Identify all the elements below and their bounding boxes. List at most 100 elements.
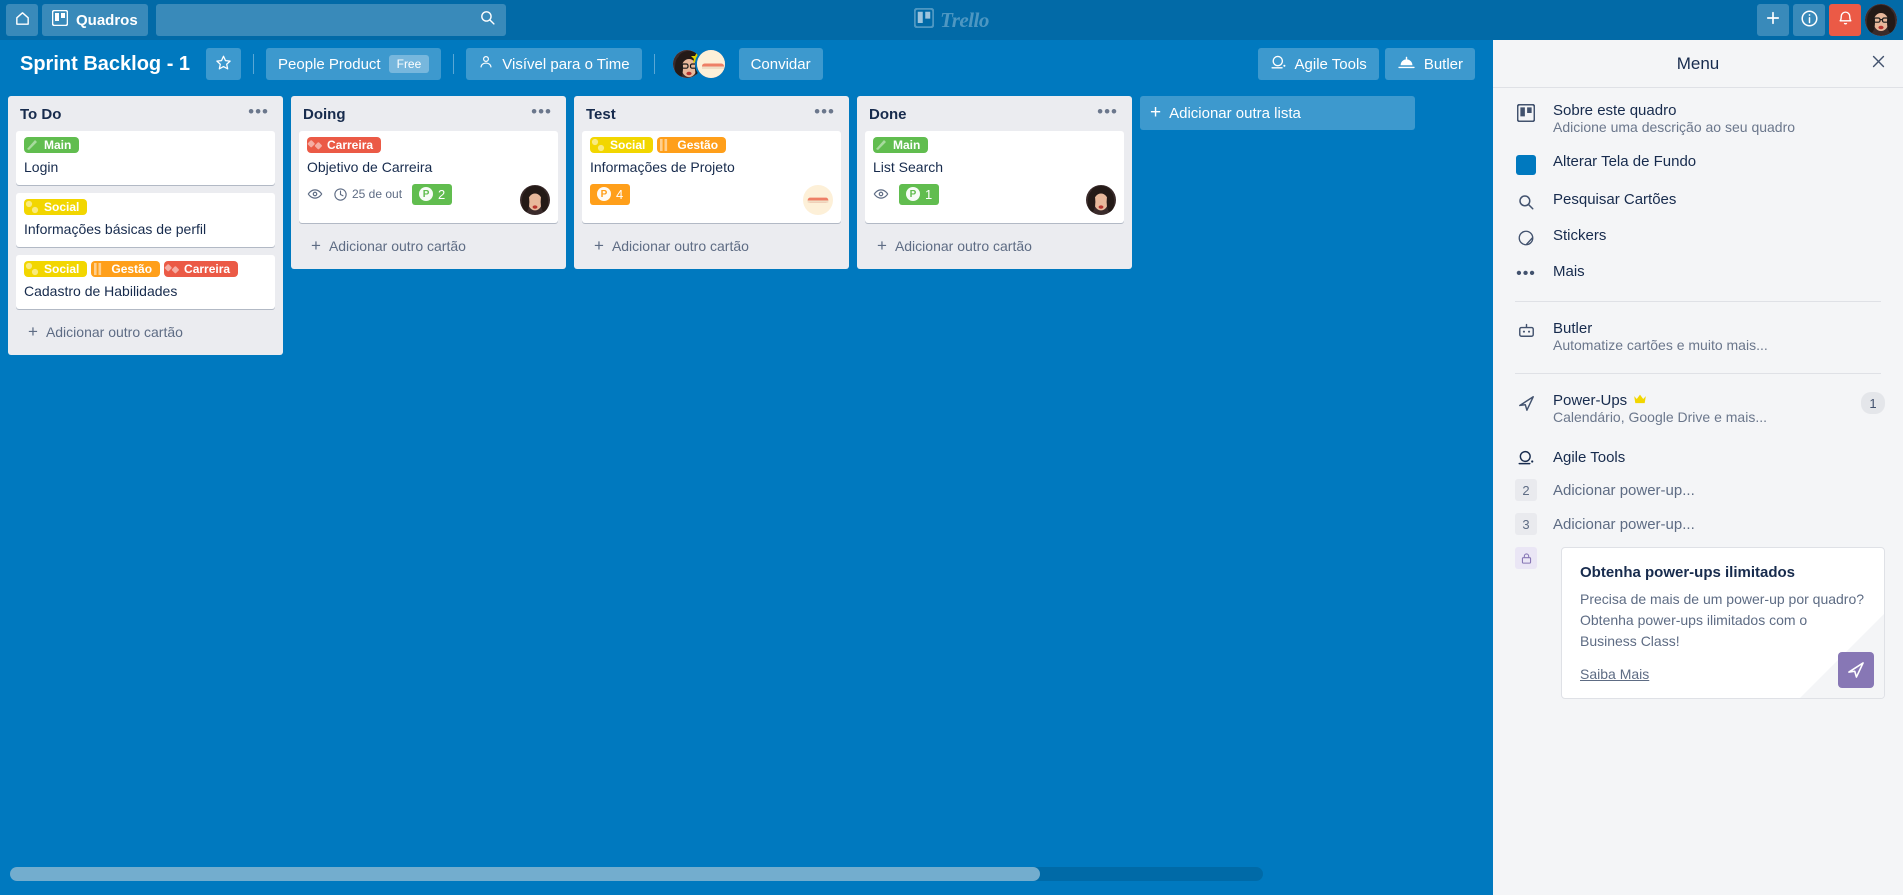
label-main[interactable]: Main xyxy=(24,137,80,153)
add-card-button[interactable]: + Adicionar outro cartão xyxy=(299,229,558,263)
team-button[interactable]: People Product Free xyxy=(266,48,442,80)
divider xyxy=(1515,301,1881,302)
card[interactable]: Social Informações básicas de perfil xyxy=(16,193,275,247)
points-badge[interactable]: P 2 xyxy=(412,183,453,205)
team-name: People Product xyxy=(278,55,381,73)
list-title[interactable]: Doing xyxy=(303,106,346,123)
sidebar-item-butler[interactable]: Butler Automatize cartões e muito mais..… xyxy=(1493,312,1903,363)
scrollbar-thumb[interactable] xyxy=(10,867,1040,881)
add-card-button[interactable]: + Adicionar outro cartão xyxy=(16,315,275,349)
label-social[interactable]: Social xyxy=(590,137,654,153)
card-title: Login xyxy=(24,159,59,175)
add-card-button[interactable]: + Adicionar outro cartão xyxy=(865,229,1124,263)
promo-card: Obtenha power-ups ilimitados Precisa de … xyxy=(1561,547,1885,699)
home-icon xyxy=(14,10,31,31)
card[interactable]: Carreira Objetivo de Carreira 25 de out … xyxy=(299,131,558,223)
sidebar-item-text: Power-Ups Calendário, Google Drive e mai… xyxy=(1553,392,1845,427)
due-date-text: 25 de out xyxy=(352,187,403,201)
board-members xyxy=(670,48,727,80)
card[interactable]: Main Login xyxy=(16,131,275,185)
points-letter: P xyxy=(906,187,920,201)
sidebar-item-change-background[interactable]: Alterar Tela de Fundo xyxy=(1493,145,1903,183)
divider xyxy=(653,54,655,74)
sidebar-item-text: Stickers xyxy=(1553,227,1885,244)
card-labels: Carreira xyxy=(307,137,550,153)
add-button[interactable] xyxy=(1757,4,1789,36)
sidebar-item-power-ups[interactable]: Power-Ups Calendário, Google Drive e mai… xyxy=(1493,384,1903,435)
label-main[interactable]: Main xyxy=(873,137,929,153)
horizontal-scrollbar[interactable] xyxy=(10,867,1263,881)
butler-button[interactable]: Butler xyxy=(1384,48,1475,80)
plus-icon: + xyxy=(594,236,604,255)
visibility-button[interactable]: Visível para o Time xyxy=(466,48,642,80)
add-list-button[interactable]: + Adicionar outra lista xyxy=(1140,96,1415,130)
label-gestao[interactable]: Gestão xyxy=(657,137,727,153)
member-avatar[interactable] xyxy=(1086,185,1116,215)
power-up-slot-3[interactable]: 3 Adicionar power-up... xyxy=(1493,507,1903,541)
info-button[interactable] xyxy=(1793,4,1825,36)
label-social[interactable]: Social xyxy=(24,199,88,215)
sidebar-item-label: Stickers xyxy=(1553,227,1607,244)
label-gestao[interactable]: Gestão xyxy=(91,261,161,277)
search-box[interactable] xyxy=(155,4,506,36)
card[interactable]: Social Gestão Carreira Cadastro de Habil… xyxy=(16,255,275,309)
plus-icon: + xyxy=(877,236,887,255)
label-text: Gestão xyxy=(111,262,153,276)
label-pattern-icon xyxy=(91,261,107,277)
avatar[interactable] xyxy=(1865,4,1897,36)
ellipsis-icon[interactable]: ••• xyxy=(525,103,558,120)
label-text: Social xyxy=(44,200,80,214)
card-labels: Social xyxy=(24,199,267,215)
list-title[interactable]: Done xyxy=(869,106,907,123)
ellipsis-icon[interactable]: ••• xyxy=(1091,103,1124,120)
card[interactable]: Main List Search P 1 xyxy=(865,131,1124,223)
home-button[interactable] xyxy=(6,4,38,36)
label-carreira[interactable]: Carreira xyxy=(307,137,382,153)
learn-more-link[interactable]: Saiba Mais xyxy=(1580,666,1649,682)
points-badge[interactable]: P 4 xyxy=(590,183,631,205)
sidebar-item-search-cards[interactable]: Pesquisar Cartões xyxy=(1493,183,1903,219)
robot-icon xyxy=(1515,320,1537,341)
power-up-label: Adicionar power-up... xyxy=(1553,515,1695,533)
due-date-badge[interactable]: 25 de out xyxy=(333,187,402,202)
agile-tools-button[interactable]: Agile Tools xyxy=(1257,48,1379,80)
notifications-button[interactable] xyxy=(1829,4,1861,36)
sidebar-item-stickers[interactable]: Stickers xyxy=(1493,219,1903,255)
member-avatar-2[interactable] xyxy=(694,48,727,80)
label-text: Main xyxy=(44,138,72,152)
label-carreira[interactable]: Carreira xyxy=(164,261,239,277)
member-avatar[interactable] xyxy=(520,185,550,215)
search-icon xyxy=(1515,191,1537,211)
points-badge[interactable]: P 1 xyxy=(899,183,940,205)
add-card-label: Adicionar outro cartão xyxy=(328,238,466,254)
agile-tools-label: Agile Tools xyxy=(1294,55,1367,73)
list-title[interactable]: To Do xyxy=(20,106,61,123)
ellipsis-icon[interactable]: ••• xyxy=(808,103,841,120)
promo-title: Obtenha power-ups ilimitados xyxy=(1580,564,1796,581)
power-up-row-agile-tools[interactable]: Agile Tools xyxy=(1493,435,1903,473)
sidebar-item-text: Pesquisar Cartões xyxy=(1553,191,1885,208)
member-avatar-2[interactable] xyxy=(803,185,833,215)
star-board-button[interactable] xyxy=(206,48,242,80)
search-input[interactable] xyxy=(165,12,496,28)
label-social[interactable]: Social xyxy=(24,261,88,277)
invite-button[interactable]: Convidar xyxy=(738,48,823,80)
ellipsis-icon[interactable]: ••• xyxy=(242,103,275,120)
points-letter: P xyxy=(419,187,434,201)
sidebar-item-sub: Adicione uma descrição ao seu quadro xyxy=(1553,119,1796,135)
page-title[interactable]: Sprint Backlog - 1 xyxy=(8,48,202,80)
label-pattern-icon xyxy=(24,261,40,277)
close-icon[interactable] xyxy=(1870,53,1887,74)
points-value: 1 xyxy=(925,186,933,202)
sidebar-item-about-board[interactable]: Sobre este quadro Adicione uma descrição… xyxy=(1493,94,1903,145)
boards-button[interactable]: Quadros xyxy=(42,4,148,36)
card-labels: Social Gestão xyxy=(590,137,833,153)
power-up-label: Adicionar power-up... xyxy=(1553,481,1695,499)
search-icon xyxy=(479,9,496,31)
card-labels: Main xyxy=(24,137,267,153)
power-up-slot-2[interactable]: 2 Adicionar power-up... xyxy=(1493,473,1903,507)
add-card-button[interactable]: + Adicionar outro cartão xyxy=(582,229,841,263)
list-title[interactable]: Test xyxy=(586,106,616,123)
sidebar-item-more[interactable]: ••• Mais xyxy=(1493,255,1903,291)
card[interactable]: Social Gestão Informações de Projeto P 4 xyxy=(582,131,841,223)
